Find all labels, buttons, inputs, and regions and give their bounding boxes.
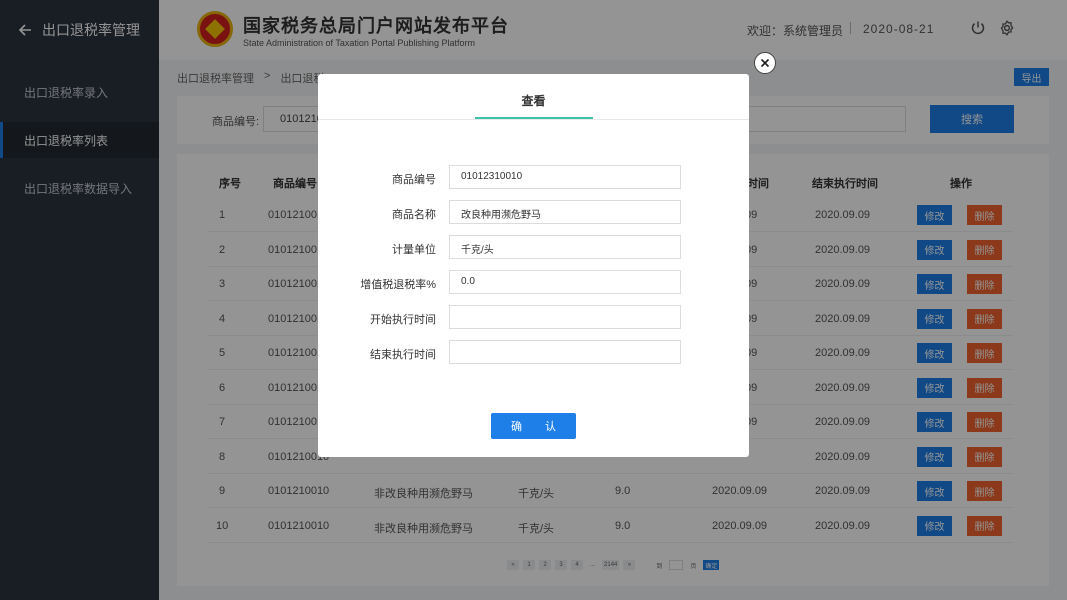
field-label-start: 开始执行时间 xyxy=(370,314,436,326)
field-label-name: 商品名称 xyxy=(392,209,436,221)
field-label-code: 商品编号 xyxy=(392,174,436,186)
start-time-field[interactable] xyxy=(449,305,681,329)
field-label-end: 结束执行时间 xyxy=(370,349,436,361)
close-icon xyxy=(760,58,770,68)
dialog-divider xyxy=(318,119,749,120)
product-name-field[interactable]: 改良种用濒危野马 xyxy=(449,200,681,224)
confirm-button[interactable]: 确 认 xyxy=(491,413,576,439)
field-label-unit: 计量单位 xyxy=(392,244,436,256)
product-code-field[interactable]: 01012310010 xyxy=(449,165,681,189)
dialog-title: 查看 xyxy=(521,94,546,108)
vat-refund-rate-field[interactable]: 0.0 xyxy=(449,270,681,294)
field-label-rate: 增值税退税率% xyxy=(360,279,436,291)
end-time-field[interactable] xyxy=(449,340,681,364)
view-dialog: 查看 商品编号 01012310010 商品名称 改良种用濒危野马 计量单位 千… xyxy=(318,74,749,457)
unit-field[interactable]: 千克/头 xyxy=(449,235,681,259)
dialog-close-button[interactable] xyxy=(754,52,776,74)
